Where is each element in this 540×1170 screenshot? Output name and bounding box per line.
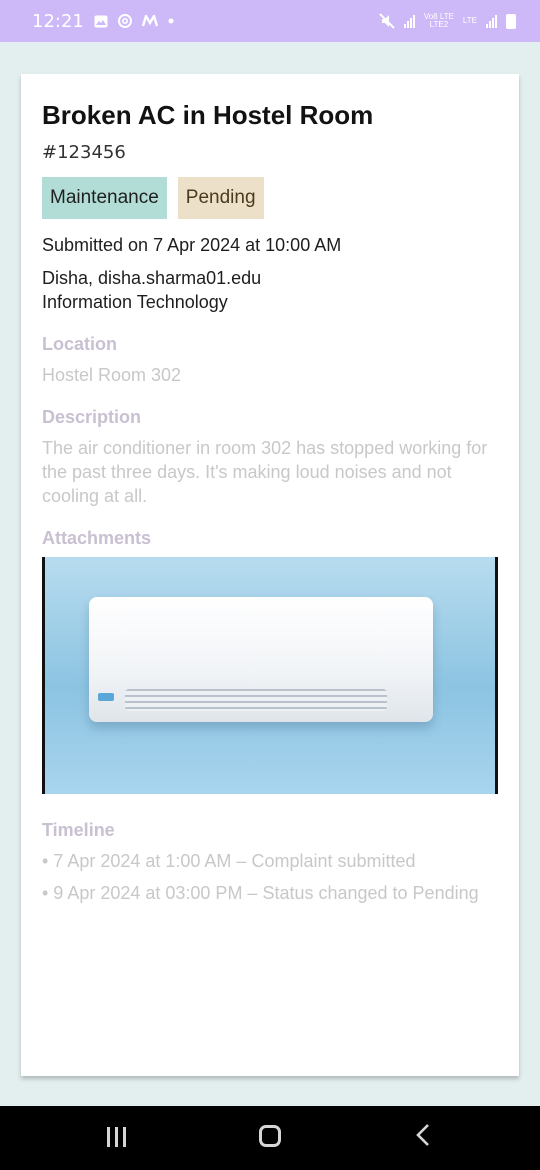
complaint-card: Broken AC in Hostel Room #123456 Mainten…	[21, 74, 519, 1076]
attachments-label: Attachments	[42, 528, 152, 548]
m-app-icon	[141, 15, 158, 27]
status-right: Vo8 LTE LTE2 LTE	[379, 13, 516, 29]
submitter-info: Disha, disha.sharma01.edu Information Te…	[42, 266, 498, 314]
description-text: The air conditioner in room 302 has stop…	[42, 438, 488, 506]
lte2-text: LTE2	[429, 20, 449, 29]
tag-row: Maintenance Pending	[42, 177, 498, 219]
volte-icon: Vo8 LTE LTE2	[424, 13, 454, 29]
status-time: 12:21	[32, 10, 84, 32]
signal-icon	[403, 14, 415, 28]
timeline-item: • 7 Apr 2024 at 1:00 AM – Complaint subm…	[42, 851, 416, 871]
description-label: Description	[42, 407, 142, 427]
category-tag: Maintenance	[42, 177, 167, 219]
ac-display	[98, 693, 114, 701]
lte-icon: LTE	[462, 16, 477, 25]
battery-icon	[506, 13, 516, 29]
location-label: Location	[42, 334, 117, 354]
attachment-image[interactable]	[42, 557, 498, 794]
status-left: 12:21	[32, 11, 174, 32]
submitter-department: Information Technology	[42, 292, 228, 312]
gallery-icon	[94, 15, 108, 28]
timeline-item: • 9 Apr 2024 at 03:00 PM – Status change…	[42, 883, 479, 903]
recent-apps-icon	[107, 1126, 127, 1147]
submitter-name: Disha, disha.sharma01.edu	[42, 268, 262, 288]
back-button[interactable]	[393, 1123, 453, 1154]
back-icon	[416, 1123, 430, 1146]
ac-vent	[125, 689, 387, 711]
recent-apps-button[interactable]	[87, 1123, 147, 1154]
complaint-id: #123456	[42, 142, 126, 163]
threads-icon	[117, 14, 132, 28]
home-button[interactable]	[240, 1123, 300, 1154]
complaint-title: Broken AC in Hostel Room	[42, 100, 374, 130]
status-bar: 12:21 Vo8 LTE LTE2 LTE	[0, 0, 540, 42]
navigation-bar	[0, 1106, 540, 1170]
dot-icon	[168, 18, 174, 24]
status-badge: Pending	[177, 177, 264, 219]
submitted-date: Submitted on 7 Apr 2024 at 10:00 AM	[42, 235, 342, 255]
mute-icon	[379, 13, 395, 29]
location-value: Hostel Room 302	[42, 365, 182, 385]
home-icon	[258, 1124, 281, 1147]
signal-icon-2	[486, 14, 497, 28]
air-conditioner-illustration	[89, 597, 433, 722]
timeline-label: Timeline	[42, 820, 115, 840]
